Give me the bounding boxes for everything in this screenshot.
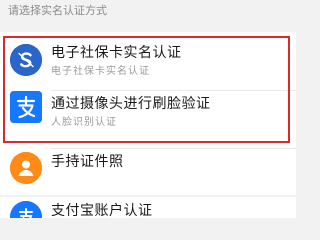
option-subtitle: 人脸识别认证 — [51, 117, 117, 128]
social-security-card-icon — [10, 44, 42, 76]
option-hold-id-photo[interactable]: 手持证件照 — [0, 149, 296, 195]
alipay-account-icon — [10, 201, 42, 218]
option-title: 电子社保卡实名认证 — [51, 45, 182, 61]
option-alipay-account[interactable]: 支付宝账户认证 — [0, 197, 296, 218]
alipay-icon — [10, 91, 42, 123]
option-subtitle: 电子社保卡实名认证 — [51, 66, 150, 77]
option-title: 手持证件照 — [51, 154, 124, 170]
option-social-security-card[interactable]: 电子社保卡实名认证 电子社保卡实名认证 — [0, 38, 296, 90]
prompt-text: 请选择实名认证方式 — [8, 4, 107, 17]
option-title: 支付宝账户认证 — [51, 203, 153, 218]
option-title: 通过摄像头进行刷脸验证 — [51, 96, 211, 112]
id-photo-icon — [10, 152, 42, 184]
option-face-verification[interactable]: 通过摄像头进行刷脸验证 人脸识别认证 — [0, 91, 296, 143]
